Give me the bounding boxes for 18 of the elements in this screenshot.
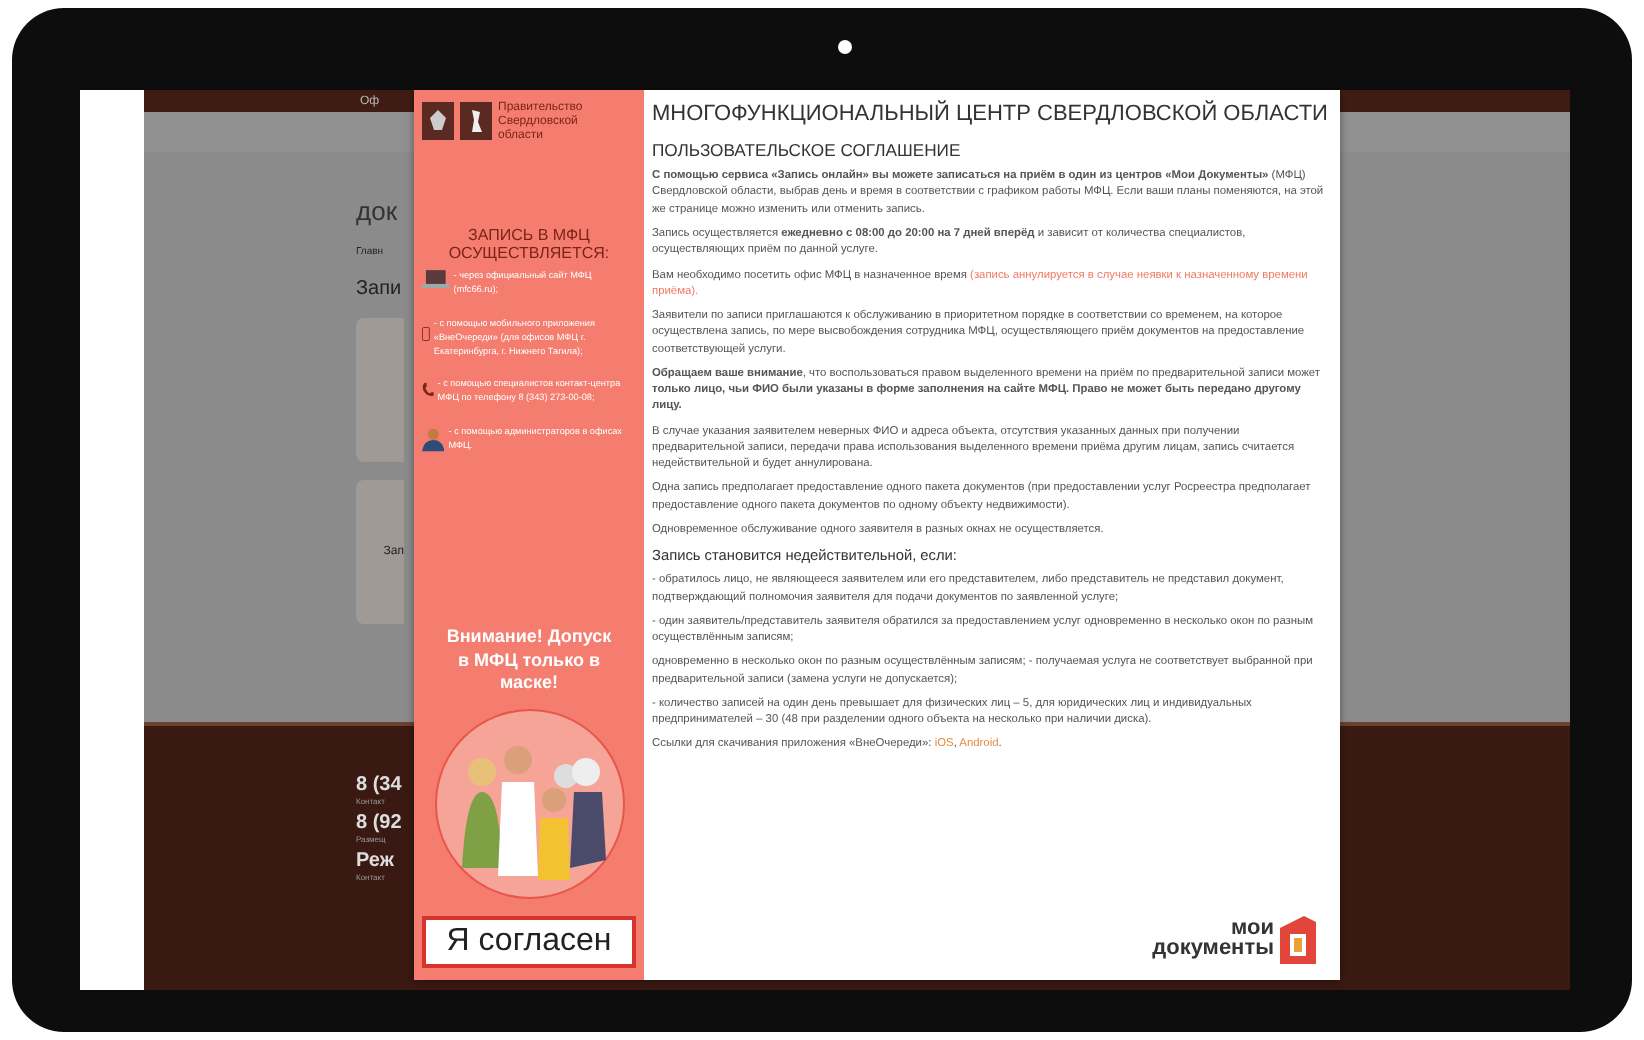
emblem-icon	[460, 102, 492, 140]
card-background	[356, 318, 404, 462]
footer-heading: 8 (34	[356, 774, 404, 796]
section-title: Запи	[356, 278, 402, 300]
emblem-icon	[422, 102, 454, 140]
brand-logo-icon	[1280, 916, 1316, 964]
accept-button[interactable]: Я согласен	[422, 916, 636, 968]
camera-dot	[838, 40, 852, 54]
sidebar-title: ЗАПИСЬ В МФЦ ОСУЩЕСТВЛЯЕТСЯ:	[446, 225, 612, 262]
person-icon	[422, 426, 445, 453]
dialog-subtitle: ПОЛЬЗОВАТЕЛЬСКОЕ СОГЛАШЕНИЕ	[652, 140, 963, 161]
footer-heading: 8 (92	[356, 812, 404, 834]
mask-warning: Внимание! Допуск в МФЦ только в маске!	[444, 625, 614, 696]
laptop-icon	[422, 269, 450, 290]
dialog-title: МНОГОФУНКЦИОНАЛЬНЫЙ ЦЕНТР СВЕРДЛОВСКОЙ ОБЛАСТИ	[652, 102, 1330, 129]
footer-heading: Реж	[356, 850, 396, 872]
brand-logo-text: мои документы	[1152, 920, 1274, 960]
page-heading: док	[356, 196, 398, 226]
